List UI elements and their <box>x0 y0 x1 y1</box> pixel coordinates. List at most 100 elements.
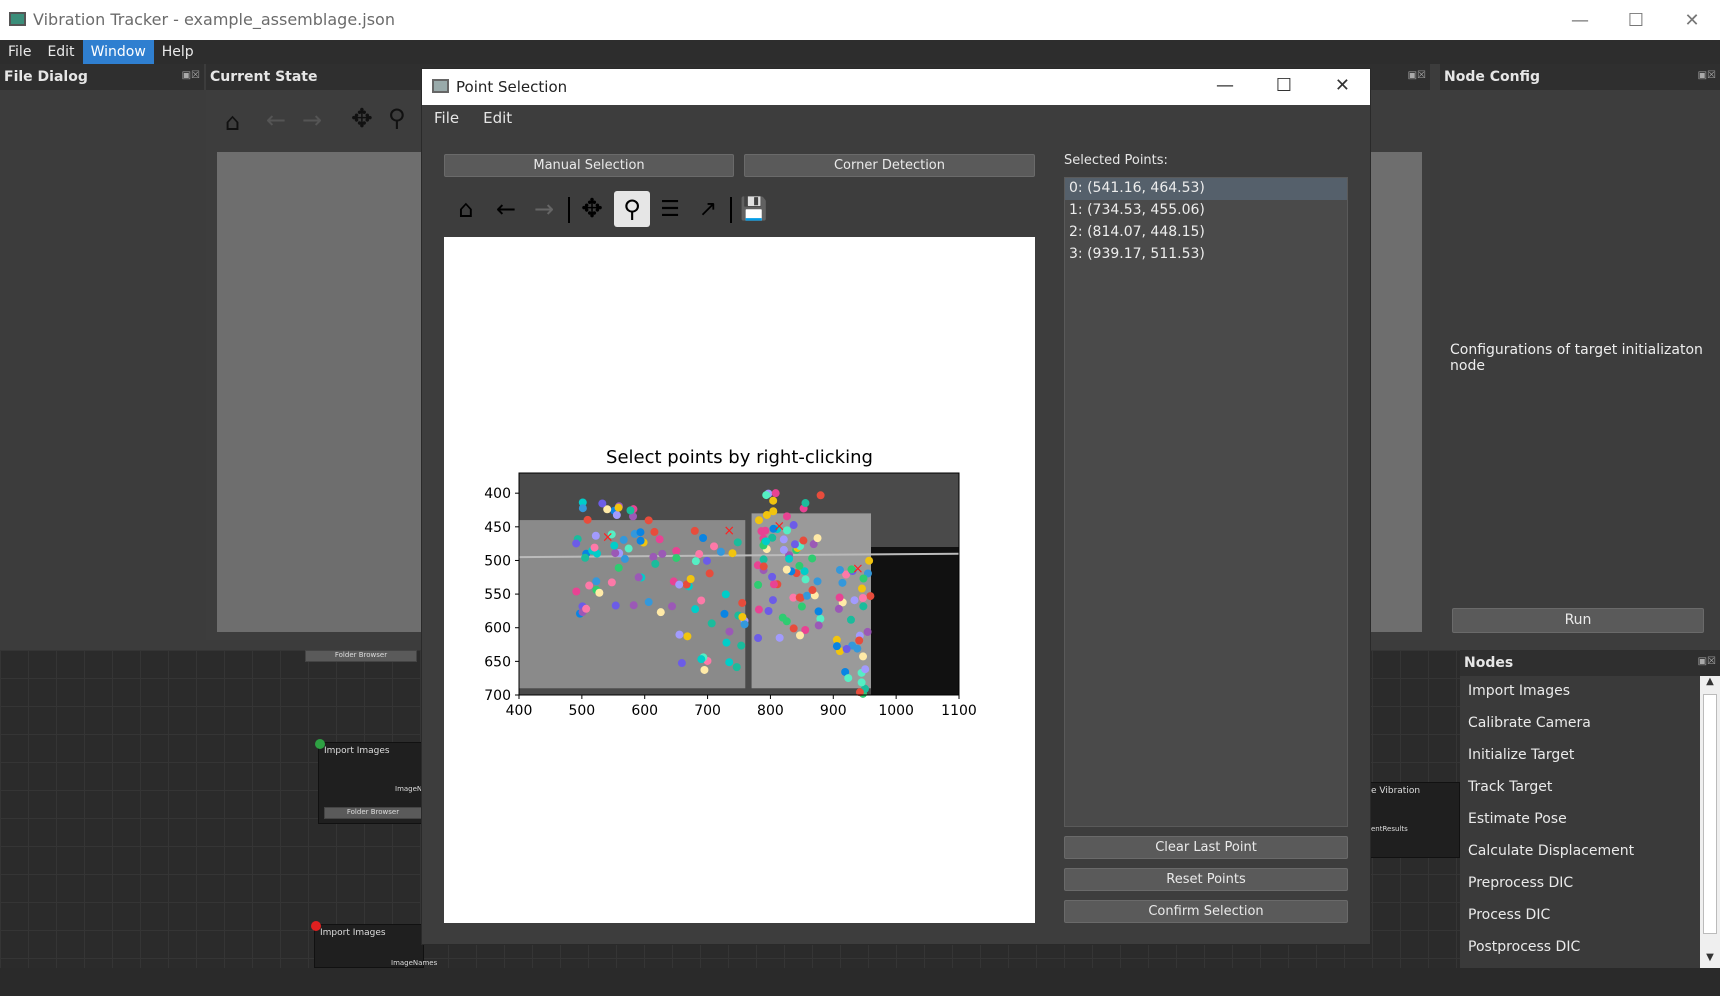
node-list-item[interactable]: Process DIC <box>1460 900 1700 932</box>
dock-float-close-icon[interactable]: ▣☒ <box>182 70 200 81</box>
x-tick-label: 400 <box>506 703 533 719</box>
image-dot <box>857 678 866 687</box>
y-tick-label: 650 <box>484 654 511 670</box>
image-dot <box>710 542 719 551</box>
configure-subplots-icon[interactable]: ☰ <box>654 193 686 225</box>
save-icon[interactable]: 💾 <box>738 193 770 225</box>
scroll-down-icon[interactable]: ▼ <box>1700 952 1720 968</box>
image-dot <box>789 521 798 530</box>
image-dot <box>859 602 868 611</box>
image-dot <box>614 503 623 512</box>
image-dot <box>690 526 699 535</box>
image-dot <box>838 578 847 587</box>
image-dot <box>754 605 763 614</box>
selected-point-item[interactable]: 3: (939.17, 511.53) <box>1065 244 1347 266</box>
node-list-item[interactable]: Calibrate Camera <box>1460 708 1700 740</box>
back-arrow-icon[interactable]: ← <box>490 193 522 225</box>
image-dot <box>857 584 866 593</box>
image-dot <box>844 674 853 683</box>
dialog-close-button[interactable]: ✕ <box>1335 75 1350 96</box>
image-dot <box>771 489 780 498</box>
image-dot <box>855 636 864 645</box>
node-list-item[interactable]: Initialize Target <box>1460 740 1700 772</box>
image-dot <box>668 602 677 611</box>
dialog-menubar: File Edit <box>422 105 524 129</box>
image-dot <box>700 665 709 674</box>
dialog-maximize-button[interactable]: ☐ <box>1276 75 1292 96</box>
image-dot <box>634 573 643 582</box>
image-dot <box>592 577 601 586</box>
image-dot <box>740 620 749 629</box>
dock-float-close-icon[interactable]: ▣☒ <box>1408 70 1426 81</box>
image-dot <box>762 537 771 546</box>
image-dot <box>611 549 620 558</box>
close-button[interactable]: ✕ <box>1664 0 1720 40</box>
zoom-icon[interactable]: ⚲ <box>388 104 406 132</box>
maximize-button[interactable]: ☐ <box>1608 0 1664 40</box>
image-dot <box>754 516 763 525</box>
confirm-selection-button[interactable]: Confirm Selection <box>1064 900 1348 923</box>
dialog-menu-edit[interactable]: Edit <box>471 105 524 129</box>
image-dot <box>722 638 731 647</box>
nodes-list: Import Images Calibrate Camera Initializ… <box>1460 676 1700 968</box>
node-list-item[interactable]: Import Images <box>1460 676 1700 708</box>
manual-selection-button[interactable]: Manual Selection <box>444 154 734 177</box>
nodes-scrollbar[interactable]: ▲ ▼ <box>1700 676 1720 968</box>
x-tick-label: 1000 <box>878 703 914 719</box>
plot-canvas[interactable]: Select points by right-clicking × × × × 400 5… <box>444 237 1035 923</box>
window-title: Vibration Tracker - example_assemblage.j… <box>33 10 395 29</box>
home-icon[interactable]: ⌂ <box>225 108 240 136</box>
selected-point-item[interactable]: 1: (734.53, 455.06) <box>1065 200 1347 222</box>
pan-icon[interactable]: ✥ <box>576 193 608 225</box>
image-dot <box>795 593 804 602</box>
menu-help[interactable]: Help <box>154 40 202 64</box>
graph-node-import-images[interactable]: Import Images ImageNames <box>311 921 437 968</box>
dialog-minimize-button[interactable]: — <box>1216 75 1234 96</box>
node-list-item[interactable]: Estimate Pose <box>1460 804 1700 836</box>
minimize-button[interactable]: — <box>1552 0 1608 40</box>
node-list-item[interactable]: Calculate Displacement <box>1460 836 1700 868</box>
folder-browser-button[interactable]: Folder Browser <box>305 650 417 662</box>
image-dot <box>614 563 623 572</box>
run-button[interactable]: Run <box>1452 608 1704 633</box>
selected-point-item[interactable]: 0: (541.16, 464.53) <box>1065 178 1347 200</box>
selected-point-item[interactable]: 2: (814.07, 448.15) <box>1065 222 1347 244</box>
corner-detection-button[interactable]: Corner Detection <box>744 154 1035 177</box>
image-dot <box>672 553 681 562</box>
dialog-menu-file[interactable]: File <box>422 105 471 129</box>
image-dot <box>768 572 777 581</box>
image-dot <box>846 615 855 624</box>
scrollbar-thumb[interactable] <box>1703 694 1717 934</box>
nodes-dock-title: Nodes ▣☒ <box>1460 650 1720 676</box>
node-list-item[interactable]: Track Target <box>1460 772 1700 804</box>
graph-node-vibration[interactable]: e Vibration entResults <box>1368 782 1460 858</box>
folder-browser-button[interactable]: Folder Browser <box>324 807 422 819</box>
image-dot <box>802 591 811 600</box>
scroll-up-icon[interactable]: ▲ <box>1700 676 1720 692</box>
dock-float-close-icon[interactable]: ▣☒ <box>1698 70 1716 81</box>
home-icon[interactable]: ⌂ <box>450 193 482 225</box>
chart-svg[interactable]: × × × × 400 500 600 700 800 900 1000 1100 400 450 500 5… <box>444 237 1035 923</box>
image-dot <box>697 655 706 664</box>
image-dot <box>861 665 870 674</box>
zoom-icon[interactable]: ⚲ <box>614 191 650 227</box>
menu-file[interactable]: File <box>0 40 39 64</box>
pan-icon[interactable]: ✥ <box>351 104 373 134</box>
back-arrow-icon[interactable]: ← <box>266 106 286 134</box>
forward-arrow-icon[interactable]: → <box>528 193 560 225</box>
node-list-item[interactable]: Postprocess DIC <box>1460 932 1700 964</box>
forward-arrow-icon[interactable]: → <box>302 106 322 134</box>
image-dot <box>697 596 706 605</box>
edit-axis-icon[interactable]: ↗ <box>692 193 724 225</box>
reset-points-button[interactable]: Reset Points <box>1064 868 1348 891</box>
clear-last-point-button[interactable]: Clear Last Point <box>1064 836 1348 859</box>
menu-edit[interactable]: Edit <box>39 40 82 64</box>
graph-node-import-images[interactable]: Import Images ImageN Folder Browser <box>315 739 423 824</box>
selected-points-list[interactable]: 0: (541.16, 464.53) 1: (734.53, 455.06) … <box>1064 177 1348 827</box>
menu-window[interactable]: Window <box>82 40 154 64</box>
graph-node-title: Import Images <box>324 746 390 756</box>
dock-float-close-icon[interactable]: ▣☒ <box>1698 656 1716 667</box>
image-dot <box>775 633 784 642</box>
node-list-item[interactable]: Preprocess DIC <box>1460 868 1700 900</box>
image-dot <box>858 593 867 602</box>
